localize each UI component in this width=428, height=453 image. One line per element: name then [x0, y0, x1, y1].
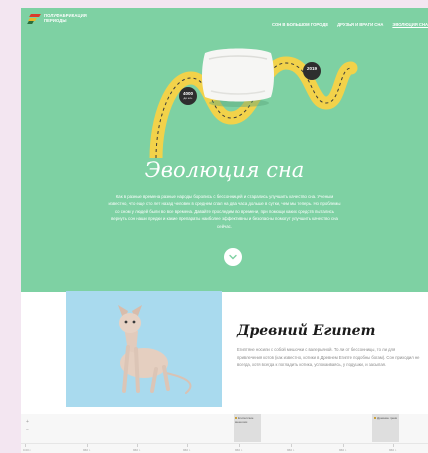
- pillow-illustration: [202, 48, 274, 107]
- hero-section: ПОЛУФАБРИКАЦИЯ ПЕРИОДЫ СОН В БОЛЬШОМ ГОР…: [21, 8, 428, 292]
- timeline-tick: [137, 444, 138, 447]
- intro-text: Как в разные времена разные народы борол…: [108, 194, 341, 229]
- timeline-tick: [393, 444, 394, 447]
- section-title: Древний Египет: [237, 323, 376, 339]
- page: ПОЛУФАБРИКАЦИЯ ПЕРИОДЫ СОН В БОЛЬШОМ ГОР…: [21, 8, 428, 453]
- timeline-event-label[interactable]: Египетские мешочки: [235, 416, 259, 424]
- timeline-tick: [25, 444, 26, 447]
- timeline-end-badge: 2019: [303, 62, 321, 80]
- timeline-tick-label: 960 г.: [183, 448, 191, 452]
- timeline-tick-label: 960 г.: [83, 448, 91, 452]
- timeline-tick-label: 960 г.: [389, 448, 397, 452]
- timeline-tick-label: 960 г.: [133, 448, 141, 452]
- timeline[interactable]: + − Египетские мешочки Древние греки 0.0…: [21, 414, 428, 453]
- timeline-tick-label: 0.00 г.: [23, 448, 32, 452]
- timeline-axis: 0.00 г. 960 г. 960 г. 960 г. 960 г. 960 …: [21, 443, 428, 453]
- timeline-start-badge: 4000 до н.э.: [179, 87, 197, 105]
- timeline-tick-label: 960 г.: [235, 448, 243, 452]
- timeline-zoom-controls: + −: [26, 418, 34, 434]
- page-title: Эволюция сна: [144, 158, 305, 182]
- zoom-in-button[interactable]: +: [26, 418, 34, 426]
- timeline-tick-label: 960 г.: [287, 448, 295, 452]
- timeline-event-label[interactable]: Древние греки: [374, 416, 398, 421]
- timeline-tick-label: 960 г.: [339, 448, 347, 452]
- section-text: Египтяне носили с собой мешочки с валерь…: [237, 347, 420, 368]
- timeline-tick: [343, 444, 344, 447]
- timeline-tick: [239, 444, 240, 447]
- chevron-down-icon: [229, 254, 237, 260]
- timeline-tick: [187, 444, 188, 447]
- timeline-tick: [87, 444, 88, 447]
- zoom-out-button[interactable]: −: [26, 426, 34, 434]
- section-image: [66, 291, 222, 407]
- scroll-down-button[interactable]: [224, 248, 242, 266]
- sphynx-cat-illustration: [118, 305, 192, 394]
- timeline-tick: [291, 444, 292, 447]
